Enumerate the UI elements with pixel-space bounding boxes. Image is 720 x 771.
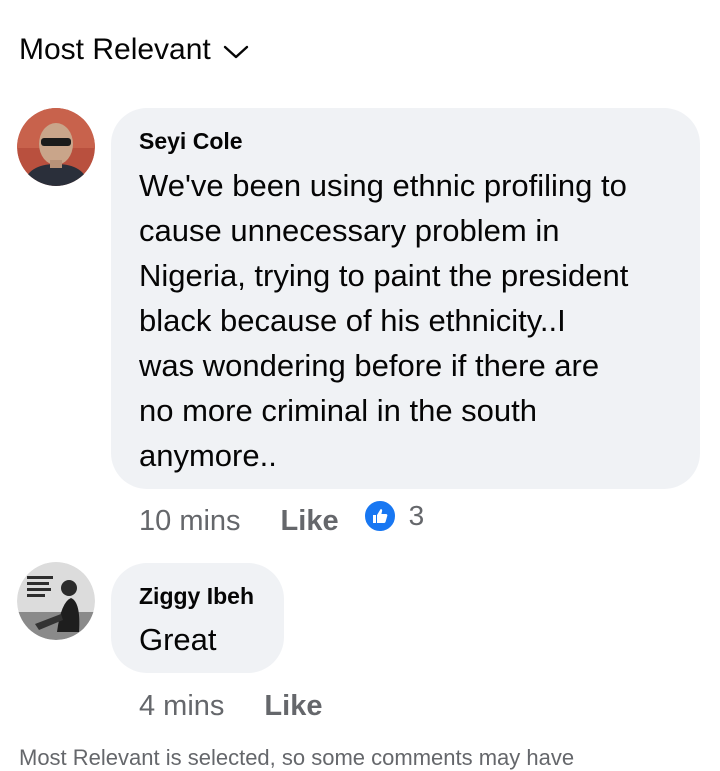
- avatar-photo: [17, 108, 95, 186]
- comment-actions: 4 mins Like: [139, 690, 322, 723]
- reaction-count: 3: [408, 499, 425, 531]
- sort-info-note: Most Relevant is selected, so some comme…: [19, 745, 575, 770]
- reaction-summary[interactable]: 3: [362, 498, 425, 533]
- like-button[interactable]: Like: [264, 690, 322, 723]
- comment-text: Great: [139, 622, 217, 657]
- comment-bubble: Ziggy Ibeh Great: [111, 563, 284, 673]
- sort-dropdown[interactable]: Most Relevant: [19, 33, 249, 67]
- thumbs-up-icon: [362, 498, 397, 533]
- comment-timestamp[interactable]: 4 mins: [139, 690, 224, 723]
- comment-actions: 10 mins Like 3: [139, 498, 424, 538]
- sort-label: Most Relevant: [19, 33, 211, 66]
- comment-timestamp[interactable]: 10 mins: [139, 505, 241, 538]
- comment-text: We've been using ethnic profiling to cau…: [139, 168, 629, 473]
- like-button[interactable]: Like: [281, 505, 339, 538]
- comment-author[interactable]: Seyi Cole: [139, 126, 672, 156]
- avatar-photo: [17, 562, 95, 640]
- comment-author[interactable]: Ziggy Ibeh: [139, 581, 256, 611]
- avatar[interactable]: [17, 108, 95, 186]
- avatar[interactable]: [17, 562, 95, 640]
- chevron-down-icon: [223, 45, 248, 59]
- comment-bubble: Seyi Cole We've been using ethnic profil…: [111, 108, 700, 489]
